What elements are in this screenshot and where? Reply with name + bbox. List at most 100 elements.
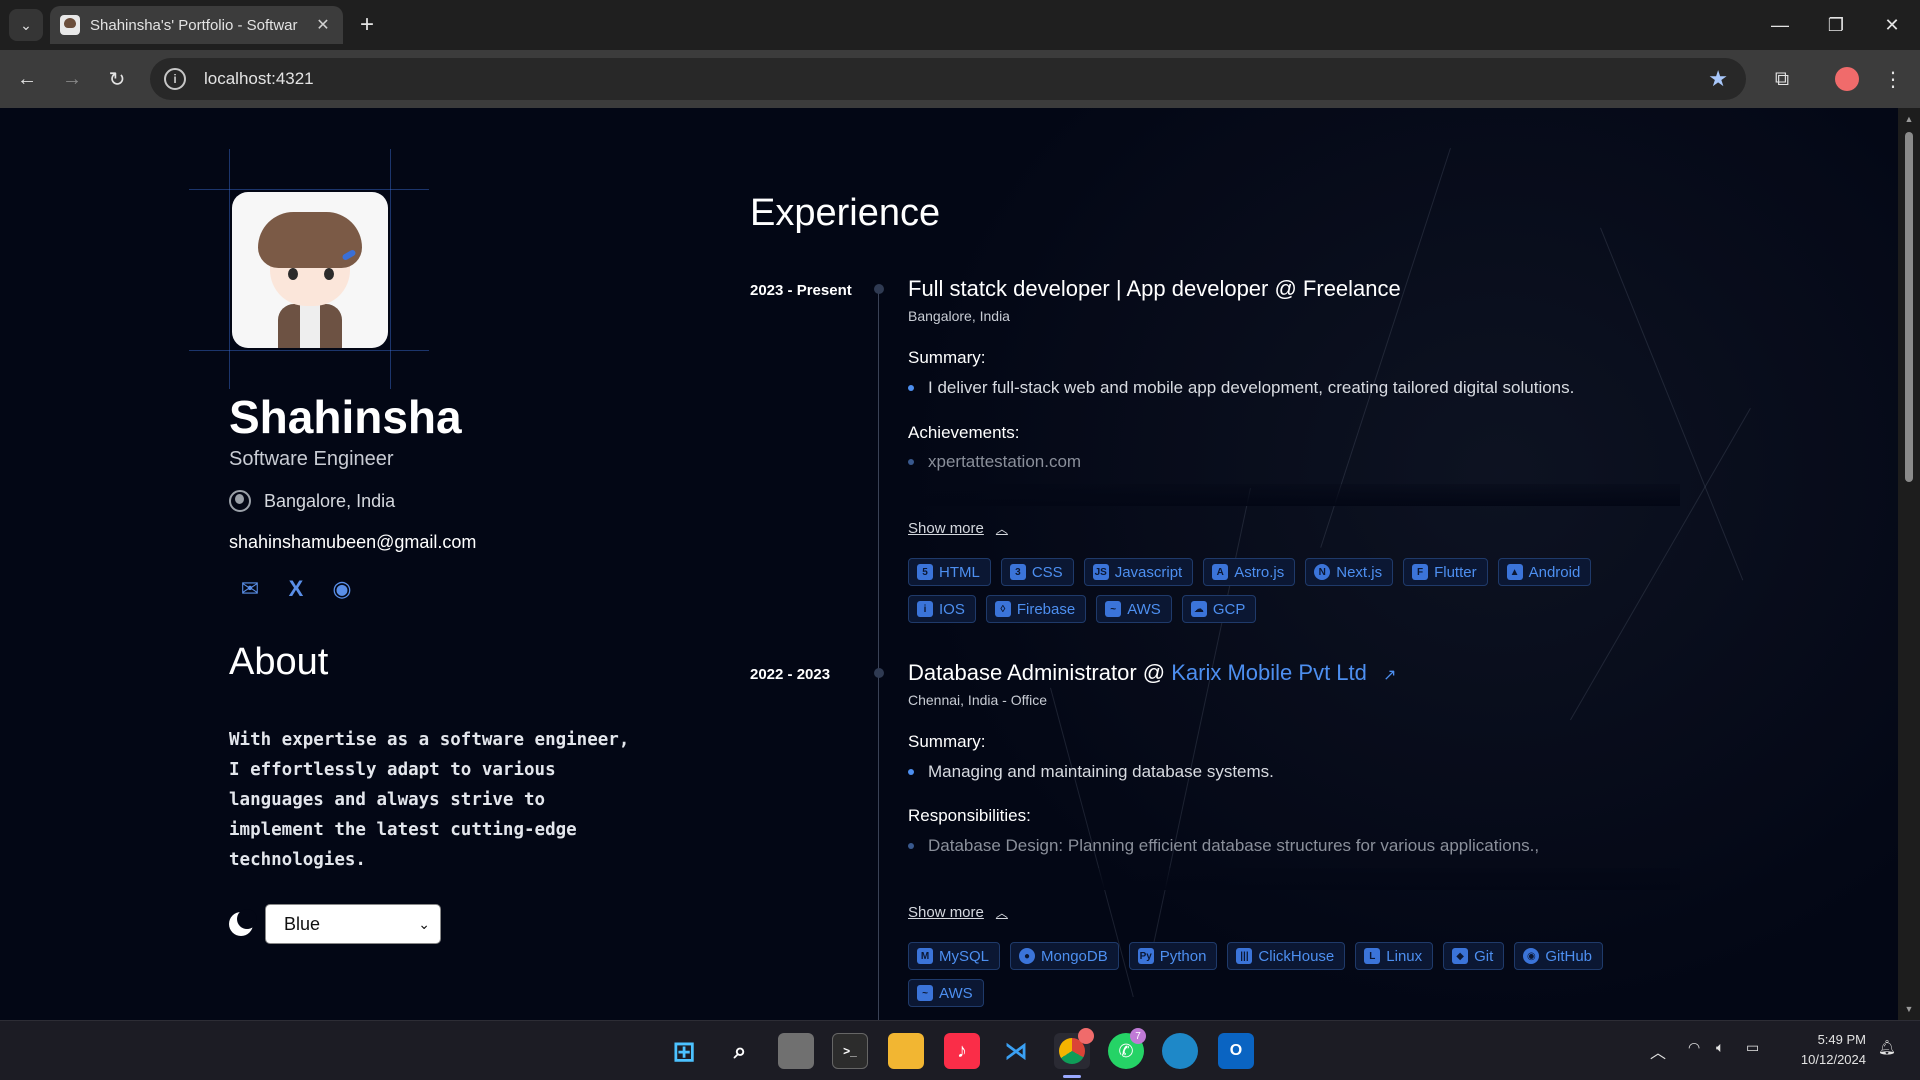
clickhouse-icon: |||: [1236, 948, 1253, 964]
chevron-up-icon: ︿: [995, 906, 1008, 920]
profile-role: Software Engineer: [229, 448, 394, 470]
show-more-button[interactable]: Show more ︿: [908, 520, 1008, 537]
back-button[interactable]: ←: [12, 64, 42, 94]
skill-chip: ☁ GCP: [1181, 595, 1257, 623]
job-location: Bangalore, India: [908, 308, 1010, 324]
new-tab-button[interactable]: +: [352, 10, 382, 40]
profile-location: Bangalore, India: [229, 490, 395, 512]
responsibilities-heading: Responsibilities:: [908, 806, 1031, 825]
task-view-icon[interactable]: [778, 1033, 814, 1069]
timeline-line: [878, 290, 879, 1020]
terminal-icon[interactable]: >_: [832, 1033, 868, 1069]
skill-chip: JS Javascript: [1083, 558, 1194, 586]
restore-button[interactable]: ❐: [1808, 0, 1864, 50]
extensions-icon[interactable]: ⧉: [1766, 63, 1798, 95]
avatar: [232, 192, 388, 348]
address-bar[interactable]: i localhost:4321 ★: [150, 58, 1746, 100]
skill-chip: ● MongoDB: [1010, 942, 1119, 970]
skill-chip: A Astro.js: [1203, 558, 1296, 586]
profile-name: Shahinsha: [229, 391, 462, 443]
site-info-icon[interactable]: i: [164, 68, 186, 90]
close-window-button[interactable]: ✕: [1864, 0, 1920, 50]
job-date: 2023 - Present: [750, 282, 852, 299]
android-icon: ▲: [1506, 564, 1523, 580]
html5-icon: 5: [917, 564, 933, 580]
browser-toolbar: ← → ↻ i localhost:4321 ★ ⧉ ⋮: [0, 50, 1920, 108]
skill-chip: M MySQL: [908, 942, 1001, 970]
scroll-up-arrow-icon[interactable]: ▲: [1904, 114, 1914, 124]
flutter-icon: F: [1412, 564, 1429, 580]
browser-tab[interactable]: Shahinsha's' Portfolio - Softwar ✕: [50, 6, 343, 44]
apple-music-icon[interactable]: ♪: [944, 1033, 980, 1069]
firebase-icon: ◊: [994, 601, 1011, 617]
collapsed-content-fade: [900, 484, 1680, 506]
chevron-down-icon: ⌄: [20, 16, 32, 33]
scroll-down-arrow-icon[interactable]: ▼: [1904, 1004, 1914, 1014]
python-icon: Py: [1137, 948, 1154, 964]
moon-icon[interactable]: [229, 909, 257, 936]
page-viewport: Shahinsha Software Engineer Bangalore, I…: [0, 108, 1898, 1020]
external-link-icon[interactable]: ↗: [1383, 667, 1396, 684]
theme-select[interactable]: Blue ⌄: [265, 904, 441, 944]
vscode-icon[interactable]: ⋊: [998, 1033, 1034, 1069]
skill-chip: ◉ GitHub: [1514, 942, 1603, 970]
social-links: ✉ X ◉: [237, 576, 355, 602]
theme-switcher: Blue ⌄: [229, 904, 441, 944]
globe-icon: [229, 490, 251, 512]
outlook-icon[interactable]: O: [1218, 1033, 1254, 1069]
system-clock[interactable]: 5:49 PM 10/12/2024: [1786, 1030, 1866, 1070]
windows-start-icon[interactable]: ⊞: [666, 1033, 702, 1069]
browser-menu-icon[interactable]: ⋮: [1877, 63, 1909, 95]
notification-bell-icon[interactable]: 🔔︎: [1878, 1039, 1896, 1056]
job-date: 2022 - 2023: [750, 666, 831, 683]
theme-select-value: Blue: [284, 913, 321, 934]
mail-icon[interactable]: ✉: [237, 576, 263, 602]
javascript-icon: JS: [1092, 564, 1109, 580]
x-twitter-icon[interactable]: X: [283, 576, 309, 602]
clock-time: 5:49 PM: [1817, 1032, 1866, 1047]
bookmark-star-icon[interactable]: ★: [1708, 66, 1728, 92]
wifi-icon[interactable]: ◠: [1688, 1039, 1700, 1056]
avatar-frame: [189, 149, 429, 389]
tab-close-icon[interactable]: ✕: [313, 15, 333, 35]
linux-icon: L: [1364, 948, 1381, 964]
minimize-button[interactable]: —: [1752, 0, 1808, 50]
forward-button[interactable]: →: [57, 64, 87, 94]
skill-chip: ◆ Git: [1443, 942, 1505, 970]
url-text: localhost:4321: [204, 69, 314, 88]
skill-chip: ▲ Android: [1497, 558, 1592, 586]
show-more-button[interactable]: Show more ︿: [908, 904, 1008, 921]
reload-button[interactable]: ↻: [102, 64, 132, 94]
job-location: Chennai, India - Office: [908, 692, 1048, 708]
whatsapp-badge: 7: [1130, 1028, 1146, 1044]
location-text: Bangalore, India: [264, 490, 396, 511]
skill-chip: Py Python: [1128, 942, 1218, 970]
skill-chip: 3 CSS: [1000, 558, 1074, 586]
company-link[interactable]: Karix Mobile Pvt Ltd: [1171, 660, 1367, 685]
search-icon[interactable]: ⌕: [722, 1033, 758, 1069]
page-scrollbar[interactable]: ▲ ▼: [1898, 108, 1920, 1020]
tab-title: Shahinsha's' Portfolio - Softwar: [90, 16, 298, 34]
profile-avatar[interactable]: [1835, 67, 1859, 91]
summary-heading: Summary:: [908, 732, 986, 751]
gcp-cloud-icon: ☁: [1190, 601, 1207, 617]
about-text: With expertise as a software engineer, I…: [229, 730, 630, 870]
file-explorer-icon[interactable]: [888, 1033, 924, 1069]
summary-item: Managing and maintaining database system…: [908, 762, 1274, 782]
skill-chip: i IOS: [908, 595, 976, 623]
skill-chips: 5 HTML 3 CSS JS Javascript A Astro.js N Next.…: [908, 558, 1628, 623]
volume-icon[interactable]: 🔈︎: [1716, 1039, 1724, 1056]
scrollbar-thumb[interactable]: [1905, 132, 1913, 482]
profile-email[interactable]: shahinshamubeen@gmail.com: [229, 532, 476, 553]
chevron-down-icon: ⌄: [418, 915, 430, 932]
tab-search-button[interactable]: ⌄: [9, 9, 43, 41]
github-icon[interactable]: ◉: [329, 576, 355, 602]
mysql-icon: M: [917, 948, 933, 964]
aws-icon: ~: [917, 985, 933, 1001]
skill-chip: 5 HTML: [908, 558, 991, 586]
show-hidden-icons-icon[interactable]: ︿: [1650, 1039, 1666, 1063]
edge-icon[interactable]: [1162, 1033, 1198, 1069]
skill-chip: L Linux: [1355, 942, 1434, 970]
summary-item: I deliver full-stack web and mobile app …: [908, 378, 1574, 398]
battery-icon[interactable]: ▭: [1746, 1039, 1759, 1056]
